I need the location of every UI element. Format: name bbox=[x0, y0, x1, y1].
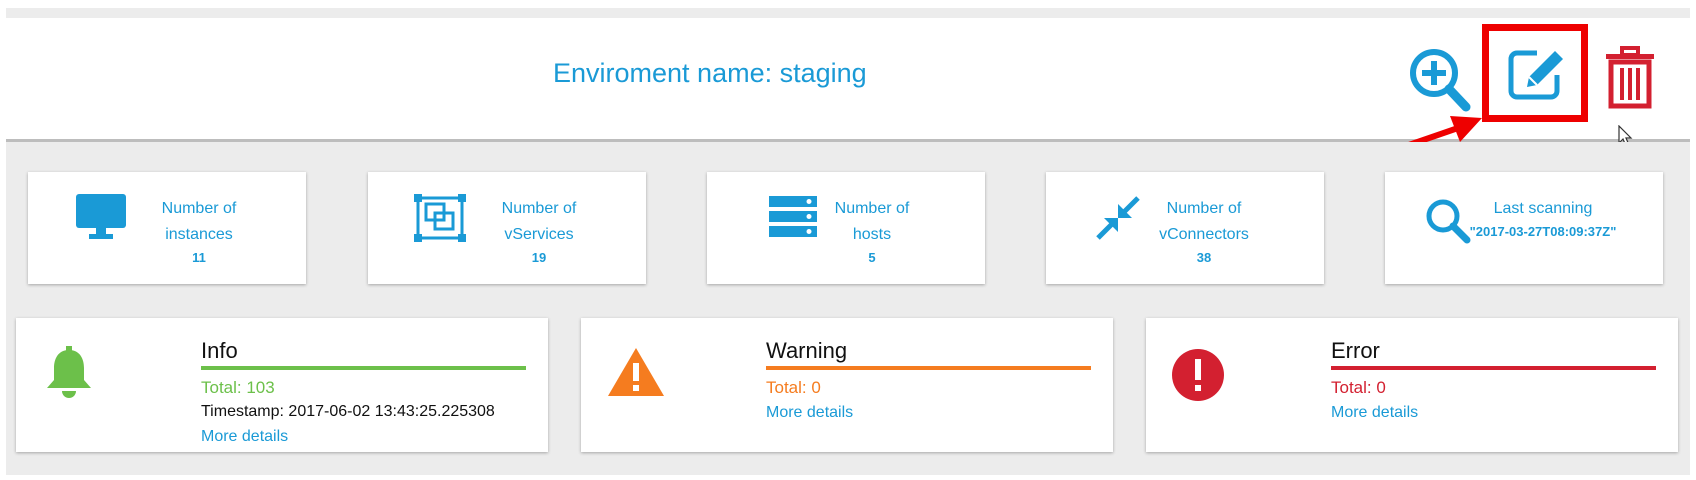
stat-value: 38 bbox=[1196, 250, 1212, 265]
alert-card-info: Info Total: 103 Timestamp: 2017-06-02 13… bbox=[16, 318, 548, 452]
stat-value: 19 bbox=[531, 250, 547, 265]
bell-icon bbox=[47, 346, 91, 398]
alert-timestamp: Timestamp: 2017-06-02 13:43:25.225308 bbox=[201, 403, 495, 420]
stat-card-last-scanning[interactable]: Last scanning "2017-03-27T08:09:37Z" bbox=[1385, 172, 1663, 284]
stat-card-instances[interactable]: Number of instances 11 bbox=[28, 172, 306, 284]
more-details-link[interactable]: More details bbox=[766, 400, 1091, 426]
edit-button[interactable] bbox=[1482, 24, 1588, 122]
error-icon bbox=[1172, 349, 1224, 401]
stat-label: hosts bbox=[852, 226, 892, 243]
stat-label: Number of bbox=[161, 200, 237, 217]
stat-label: Number of bbox=[1166, 200, 1242, 217]
edit-icon bbox=[1508, 50, 1563, 100]
zoom-in-button[interactable] bbox=[1408, 47, 1472, 113]
zoom-in-icon bbox=[1410, 49, 1471, 112]
delete-button[interactable] bbox=[1602, 46, 1658, 110]
page-title: Enviroment name: staging bbox=[553, 58, 867, 88]
stat-value: 11 bbox=[192, 250, 206, 265]
warning-icon bbox=[608, 348, 664, 396]
stat-label: Last scanning bbox=[1493, 200, 1593, 217]
alert-card-warning: Warning Total: 0 More details bbox=[581, 318, 1113, 452]
stat-label: Number of bbox=[834, 200, 910, 217]
more-details-link[interactable]: More details bbox=[1331, 400, 1656, 426]
more-details-link[interactable]: More details bbox=[201, 424, 526, 450]
alert-title: Info bbox=[201, 338, 526, 370]
alert-card-error: Error Total: 0 More details bbox=[1146, 318, 1678, 452]
stat-label: instances bbox=[165, 226, 233, 243]
trash-icon bbox=[1606, 46, 1654, 109]
stat-card-hosts[interactable]: Number of hosts 5 bbox=[707, 172, 985, 284]
alert-total: Total: 0 bbox=[1331, 378, 1386, 397]
alert-title: Error bbox=[1331, 338, 1656, 370]
stat-card-vconnectors[interactable]: Number of vConnectors 38 bbox=[1046, 172, 1324, 284]
stat-label: Number of bbox=[501, 200, 577, 217]
alert-title: Warning bbox=[766, 338, 1091, 370]
alert-total: Total: 0 bbox=[766, 378, 821, 397]
alert-total: Total: 103 bbox=[201, 378, 275, 397]
last-scanning-value: "2017-03-27T08:09:37Z" bbox=[1469, 224, 1617, 239]
stat-value: 5 bbox=[868, 250, 876, 265]
stat-label: vConnectors bbox=[1159, 226, 1249, 243]
stat-label: vServices bbox=[504, 226, 574, 243]
top-strip bbox=[6, 8, 1690, 18]
stat-card-vservices[interactable]: Number of vServices 19 bbox=[368, 172, 646, 284]
